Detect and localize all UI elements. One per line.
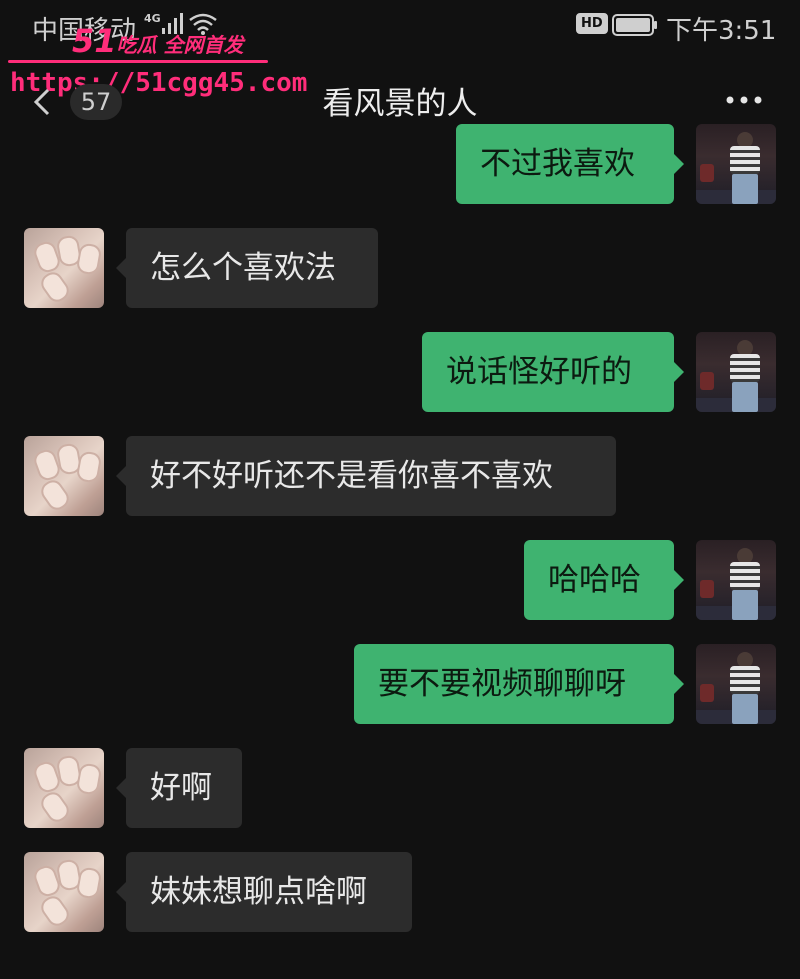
network-type-label: 4G [144, 12, 161, 25]
chat-title: 看风景的人 [322, 86, 478, 122]
signal-icon [162, 13, 183, 34]
contact-avatar[interactable] [24, 748, 104, 828]
message-text: 说话怪好听的 [446, 354, 632, 390]
message-text: 怎么个喜欢法 [150, 250, 336, 286]
my-avatar[interactable] [696, 332, 776, 412]
message-text: 好不好听还不是看你喜不喜欢 [150, 458, 553, 494]
message-row: 怎么个喜欢法 [0, 228, 800, 308]
message-row: 好啊 [0, 748, 800, 828]
more-options-icon[interactable] [724, 88, 764, 112]
outgoing-message-bubble[interactable]: 要不要视频聊聊呀 [354, 644, 684, 724]
message-row: 说话怪好听的 [0, 332, 800, 412]
message-row: 妹妹想聊点啥啊 [0, 852, 800, 932]
incoming-message-bubble[interactable]: 妹妹想聊点啥啊 [116, 852, 412, 932]
outgoing-message-bubble[interactable]: 哈哈哈 [524, 540, 684, 620]
status-bar: 中国移动 4G HD 下午3:51 [0, 0, 800, 52]
hd-badge: HD [576, 13, 608, 34]
wifi-icon [189, 13, 217, 35]
outgoing-message-bubble[interactable]: 说话怪好听的 [422, 332, 684, 412]
outgoing-message-bubble[interactable]: 不过我喜欢 [456, 124, 684, 204]
message-text: 哈哈哈 [548, 562, 641, 598]
my-avatar[interactable] [696, 540, 776, 620]
message-row: 哈哈哈 [0, 540, 800, 620]
incoming-message-bubble[interactable]: 好啊 [116, 748, 242, 828]
message-text: 要不要视频聊聊呀 [378, 666, 626, 702]
battery-icon [612, 14, 657, 36]
incoming-message-bubble[interactable]: 怎么个喜欢法 [116, 228, 378, 308]
my-avatar[interactable] [696, 644, 776, 724]
clock-label: 下午3:51 [666, 16, 777, 46]
contact-avatar[interactable] [24, 436, 104, 516]
message-row: 好不好听还不是看你喜不喜欢 [0, 436, 800, 516]
contact-avatar[interactable] [24, 228, 104, 308]
carrier-label: 中国移动 [32, 16, 137, 46]
message-row: 不过我喜欢 [0, 124, 800, 204]
message-text: 不过我喜欢 [480, 146, 635, 182]
incoming-message-bubble[interactable]: 好不好听还不是看你喜不喜欢 [116, 436, 616, 516]
message-text: 好啊 [150, 770, 212, 806]
contact-avatar[interactable] [24, 852, 104, 932]
message-text: 妹妹想聊点啥啊 [150, 874, 367, 910]
my-avatar[interactable] [696, 124, 776, 204]
message-row: 要不要视频聊聊呀 [0, 644, 800, 724]
